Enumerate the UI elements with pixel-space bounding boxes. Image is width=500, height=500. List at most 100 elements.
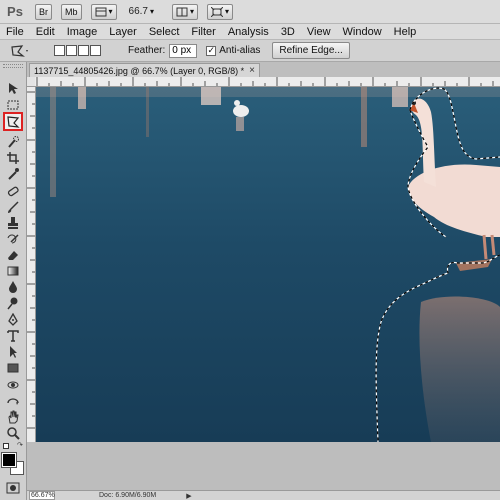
close-icon[interactable]: ×: [249, 65, 255, 76]
view-extras-icon: [95, 7, 107, 16]
menu-help[interactable]: Help: [388, 26, 423, 38]
photoshop-logo: Ps: [7, 4, 23, 19]
launch-bridge-button[interactable]: Br: [35, 3, 52, 20]
photo-layer: [36, 87, 500, 442]
type-tool[interactable]: [3, 328, 23, 343]
hand-tool[interactable]: [3, 409, 23, 424]
stamp-icon: [8, 216, 18, 229]
eraser-icon: [8, 250, 18, 260]
intersect-selection-mode[interactable]: [90, 45, 101, 56]
horizontal-ruler[interactable]: [35, 77, 500, 87]
document-title: 1137715_44805426.jpg @ 66.7% (Layer 0, R…: [34, 65, 245, 76]
status-document-info: Doc: 6.90M/6.90M: [99, 492, 157, 499]
quick-mask-icon: [6, 482, 20, 493]
menu-window[interactable]: Window: [337, 26, 388, 38]
view-extras-caret: ▾: [108, 7, 113, 16]
tools-panel-grip[interactable]: [3, 64, 23, 68]
zoom-tool[interactable]: [3, 425, 23, 440]
move-tool[interactable]: [3, 80, 23, 95]
add-to-selection-mode[interactable]: [66, 45, 77, 56]
arrange-documents-icon: [176, 7, 188, 16]
spot-healing-tool[interactable]: [3, 183, 23, 198]
status-menu-arrow-icon[interactable]: ▶: [186, 492, 191, 500]
menu-layer[interactable]: Layer: [103, 26, 143, 38]
tool-preset-picker[interactable]: [4, 42, 34, 60]
history-brush-icon: [7, 233, 19, 243]
document-tab-bar: 1137715_44805426.jpg @ 66.7% (Layer 0, R…: [27, 62, 500, 77]
arrange-documents-caret: ▾: [190, 7, 195, 16]
feather-label: Feather:: [128, 45, 166, 56]
pasteboard-area[interactable]: [36, 442, 500, 490]
subtract-from-selection-mode[interactable]: [78, 45, 89, 56]
eyedropper-icon: [8, 167, 19, 180]
brush-tool[interactable]: [3, 199, 23, 214]
dodge-icon: [7, 297, 18, 309]
vertical-ruler[interactable]: [27, 87, 36, 442]
tools-panel: ↷: [0, 62, 27, 500]
3d-rotate-tool[interactable]: [3, 377, 23, 392]
marquee-tool[interactable]: [3, 97, 23, 112]
eraser-tool[interactable]: [3, 247, 23, 262]
blur-tool[interactable]: [3, 279, 23, 294]
vertical-ruler-ticks: [27, 91, 35, 429]
menu-image[interactable]: Image: [61, 26, 104, 38]
application-bar: Ps Br Mb ▾ 66.7 ▾ ▾ ▾: [0, 0, 500, 24]
refine-edge-button[interactable]: Refine Edge...: [272, 42, 350, 59]
type-icon: [7, 329, 19, 342]
bandage-icon: [7, 186, 19, 196]
quick-mask-button[interactable]: [3, 480, 23, 495]
screen-mode-button[interactable]: ▾: [207, 3, 234, 20]
path-selection-icon: [10, 345, 17, 358]
pen-tool[interactable]: [3, 312, 23, 327]
clone-stamp-tool[interactable]: [3, 215, 23, 230]
feather-input[interactable]: [169, 43, 198, 58]
arrange-documents-button[interactable]: ▾: [172, 3, 199, 20]
crop-icon: [7, 151, 19, 164]
anti-alias-checkbox[interactable]: ✓: [206, 45, 217, 56]
menu-file[interactable]: File: [0, 26, 30, 38]
menu-analysis[interactable]: Analysis: [222, 26, 275, 38]
hand-icon: [8, 410, 19, 423]
pen-icon: [8, 312, 18, 326]
polygonal-lasso-icon: [7, 115, 20, 128]
water-drop-icon: [9, 280, 17, 293]
shape-tool[interactable]: [3, 360, 23, 375]
default-colors-icon[interactable]: [3, 443, 9, 449]
move-icon: [9, 82, 18, 94]
3d-orbit-icon: [7, 397, 19, 405]
new-selection-mode[interactable]: [54, 45, 65, 56]
tool-options-bar: Feather: ✓ Anti-alias Refine Edge...: [0, 40, 500, 62]
history-brush-tool[interactable]: [3, 231, 23, 246]
polygonal-lasso-icon: [11, 44, 28, 57]
horizontal-ruler-ticks: [36, 77, 494, 86]
eyedropper-tool[interactable]: [3, 166, 23, 181]
launch-mini-bridge-button[interactable]: Mb: [61, 3, 82, 20]
view-extras-button[interactable]: ▾: [90, 3, 117, 20]
gradient-tool[interactable]: [3, 263, 23, 278]
status-bar: 66.67% Doc: 6.90M/6.90M ▶: [27, 490, 500, 500]
menu-view[interactable]: View: [301, 26, 337, 38]
3d-orbit-tool[interactable]: [3, 393, 23, 408]
lasso-tool[interactable]: [3, 112, 23, 131]
magnifier-icon: [7, 426, 20, 440]
zoom-level-caret[interactable]: ▾: [150, 7, 154, 16]
menu-edit[interactable]: Edit: [30, 26, 61, 38]
crop-tool[interactable]: [3, 150, 23, 165]
screen-mode-icon: [211, 6, 224, 17]
document-tab[interactable]: 1137715_44805426.jpg @ 66.7% (Layer 0, R…: [29, 63, 260, 77]
brush-icon: [8, 200, 19, 213]
dodge-tool[interactable]: [3, 295, 23, 310]
anti-alias-label: Anti-alias: [219, 45, 261, 56]
menu-filter[interactable]: Filter: [185, 26, 221, 38]
swap-colors-icon[interactable]: ↷: [17, 442, 24, 449]
selection-mode-group: [54, 45, 102, 56]
menu-select[interactable]: Select: [143, 26, 186, 38]
path-selection-tool[interactable]: [3, 344, 23, 359]
quick-selection-tool[interactable]: [3, 134, 23, 149]
zoom-level-field[interactable]: 66.7: [129, 6, 148, 17]
quick-selection-icon: [8, 135, 19, 148]
foreground-color-swatch[interactable]: [1, 452, 17, 468]
menu-3d[interactable]: 3D: [275, 26, 301, 38]
document-canvas[interactable]: [36, 87, 500, 442]
status-zoom-field[interactable]: 66.67%: [29, 491, 55, 500]
